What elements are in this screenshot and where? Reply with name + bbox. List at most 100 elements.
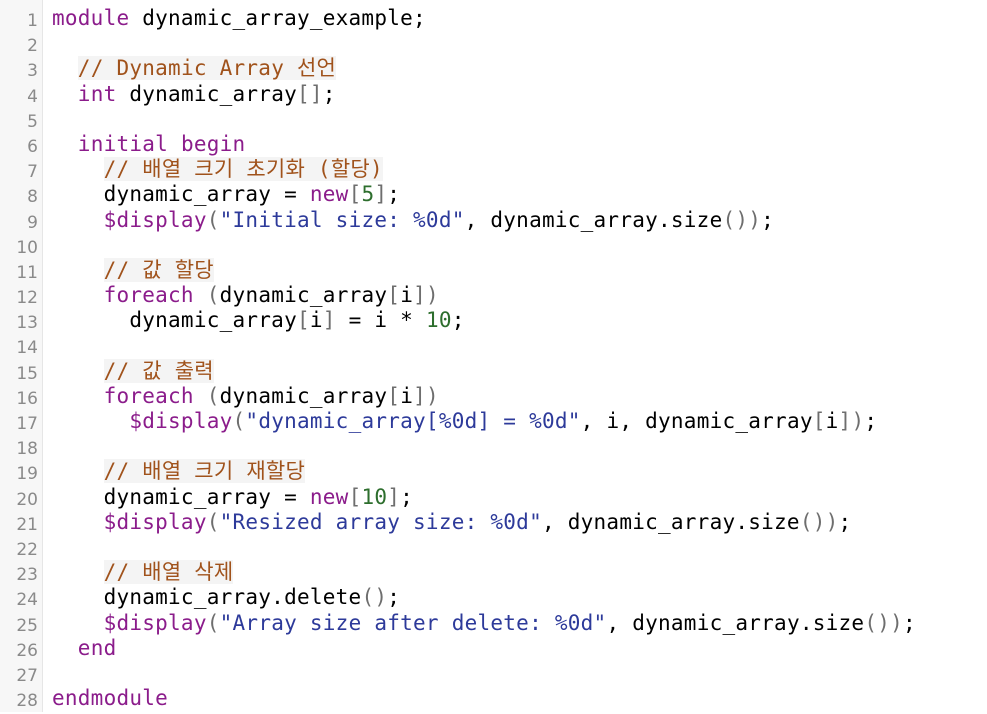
code-token: dynamic_array	[52, 308, 297, 333]
code-token: module	[52, 6, 130, 30]
code-token: new	[309, 182, 349, 207]
code-token: ]	[374, 182, 388, 207]
code-line[interactable]: 22	[0, 535, 987, 560]
line-number: 28	[16, 691, 38, 712]
code-editor[interactable]: 1 module dynamic_array_example; 2 3 // Dyna…	[0, 0, 987, 712]
code-token: foreach	[103, 383, 194, 408]
code-token: ;	[761, 207, 775, 232]
code-line[interactable]: 23 // 배열 삭제	[0, 560, 987, 585]
code-token: // 값 할당	[103, 257, 214, 282]
code-token: foreach	[103, 283, 194, 308]
code-line[interactable]: 12 foreach (dynamic_array[i])	[0, 283, 987, 308]
code-token: [	[387, 283, 401, 308]
code-token: // 배열 크기 재할당	[103, 459, 306, 484]
code-line[interactable]: 24 dynamic_array.delete();	[0, 585, 987, 610]
code-token: ]	[387, 484, 401, 509]
code-line[interactable]: 6 initial begin	[0, 132, 987, 157]
code-line[interactable]: 5	[0, 107, 987, 132]
code-line[interactable]: 27	[0, 661, 987, 686]
code-line[interactable]: 10	[0, 233, 987, 258]
code-line[interactable]: 28 endmodule	[0, 686, 987, 711]
code-line[interactable]: 15 // 값 출력	[0, 358, 987, 384]
code-token: ])	[838, 409, 865, 433]
code-token: i	[400, 283, 414, 308]
code-text: // 배열 삭제	[52, 560, 234, 585]
code-line[interactable]: 11 // 값 할당	[0, 257, 987, 283]
code-token: ]	[322, 308, 336, 333]
code-line[interactable]: 21 $display("Resized array size: %0d", d…	[0, 510, 987, 535]
code-line[interactable]: 7 // 배열 크기 초기화 (할당)	[0, 157, 987, 182]
code-text: dynamic_array = new[5];	[52, 182, 400, 207]
code-token: ;	[864, 409, 878, 433]
code-text: // Dynamic Array 선언	[52, 56, 337, 81]
code-token: dynamic_array =	[52, 182, 310, 207]
code-token: 5	[361, 182, 375, 207]
code-token: ())	[864, 610, 903, 635]
code-line[interactable]: 3 // Dynamic Array 선언	[0, 56, 987, 81]
code-token: , dynamic_array.size	[606, 610, 865, 635]
code-line[interactable]: 8 dynamic_array = new[5];	[0, 182, 987, 207]
code-token: initial begin	[77, 131, 246, 156]
code-text: // 값 할당	[52, 257, 214, 283]
code-token: , dynamic_array.size	[541, 509, 800, 534]
code-token: end	[77, 635, 117, 660]
code-line[interactable]: 20 dynamic_array = new[10];	[0, 485, 987, 510]
code-token: ])	[413, 383, 439, 408]
code-token: // Dynamic Array 선언	[77, 56, 337, 81]
code-text: dynamic_array[i] = i * 10;	[52, 308, 465, 333]
code-token: new	[309, 484, 349, 509]
code-line[interactable]: 18	[0, 434, 987, 459]
code-text: $display("dynamic_array[%0d] = %0d", i, …	[52, 409, 877, 434]
code-line[interactable]: 19 // 배열 크기 재할당	[0, 459, 987, 484]
code-line[interactable]: 1 module dynamic_array_example;	[0, 6, 987, 31]
code-line[interactable]: 25 $display("Array size after delete: %0…	[0, 611, 987, 636]
code-token: , i, dynamic_array	[580, 409, 813, 433]
code-token: endmodule	[52, 686, 169, 711]
code-token: [	[348, 484, 362, 509]
code-text: end	[52, 636, 116, 661]
code-line[interactable]: 14	[0, 333, 987, 358]
code-token: i	[825, 409, 839, 433]
code-text: dynamic_array.delete();	[52, 585, 400, 610]
code-token: ;	[451, 308, 465, 333]
code-line[interactable]: 9 $display("Initial size: %0d", dynamic_…	[0, 208, 987, 233]
code-token: = i *	[335, 308, 426, 333]
code-text: $display("Array size after delete: %0d",…	[52, 611, 916, 636]
code-token: ())	[722, 207, 762, 232]
code-line[interactable]: 26 end	[0, 636, 987, 661]
code-text: $display("Resized array size: %0d", dyna…	[52, 509, 852, 535]
code-line[interactable]: 16 foreach (dynamic_array[i])	[0, 384, 987, 409]
code-text: // 값 출력	[52, 358, 214, 384]
code-token: ;	[838, 509, 852, 534]
code-text: dynamic_array = new[10];	[52, 485, 413, 510]
code-token: $display	[103, 509, 207, 534]
code-text: foreach (dynamic_array[i])	[52, 384, 439, 409]
code-token: $display	[103, 610, 207, 635]
code-line[interactable]: 13 dynamic_array[i] = i * 10;	[0, 308, 987, 333]
code-line[interactable]: 4 int dynamic_array[];	[0, 82, 987, 107]
code-token: [	[296, 308, 310, 333]
code-token: ;	[903, 610, 916, 635]
code-line[interactable]: 17 $display("dynamic_array[%0d] = %0d", …	[0, 409, 987, 434]
code-token: ()	[361, 585, 388, 610]
code-token: (	[206, 610, 220, 635]
code-token: (	[232, 409, 246, 433]
code-token: ;	[387, 182, 401, 207]
code-line[interactable]: 2	[0, 31, 987, 56]
code-area[interactable]: 1 module dynamic_array_example; 2 3 // Dyna…	[0, 6, 987, 711]
code-token: "Initial size: %0d"	[219, 207, 465, 232]
code-token: $display	[103, 207, 207, 232]
code-token: int	[77, 81, 117, 106]
code-text: initial begin	[52, 132, 245, 157]
code-token: ;	[322, 81, 336, 106]
code-token: []	[297, 81, 323, 106]
code-text: endmodule	[52, 686, 168, 711]
